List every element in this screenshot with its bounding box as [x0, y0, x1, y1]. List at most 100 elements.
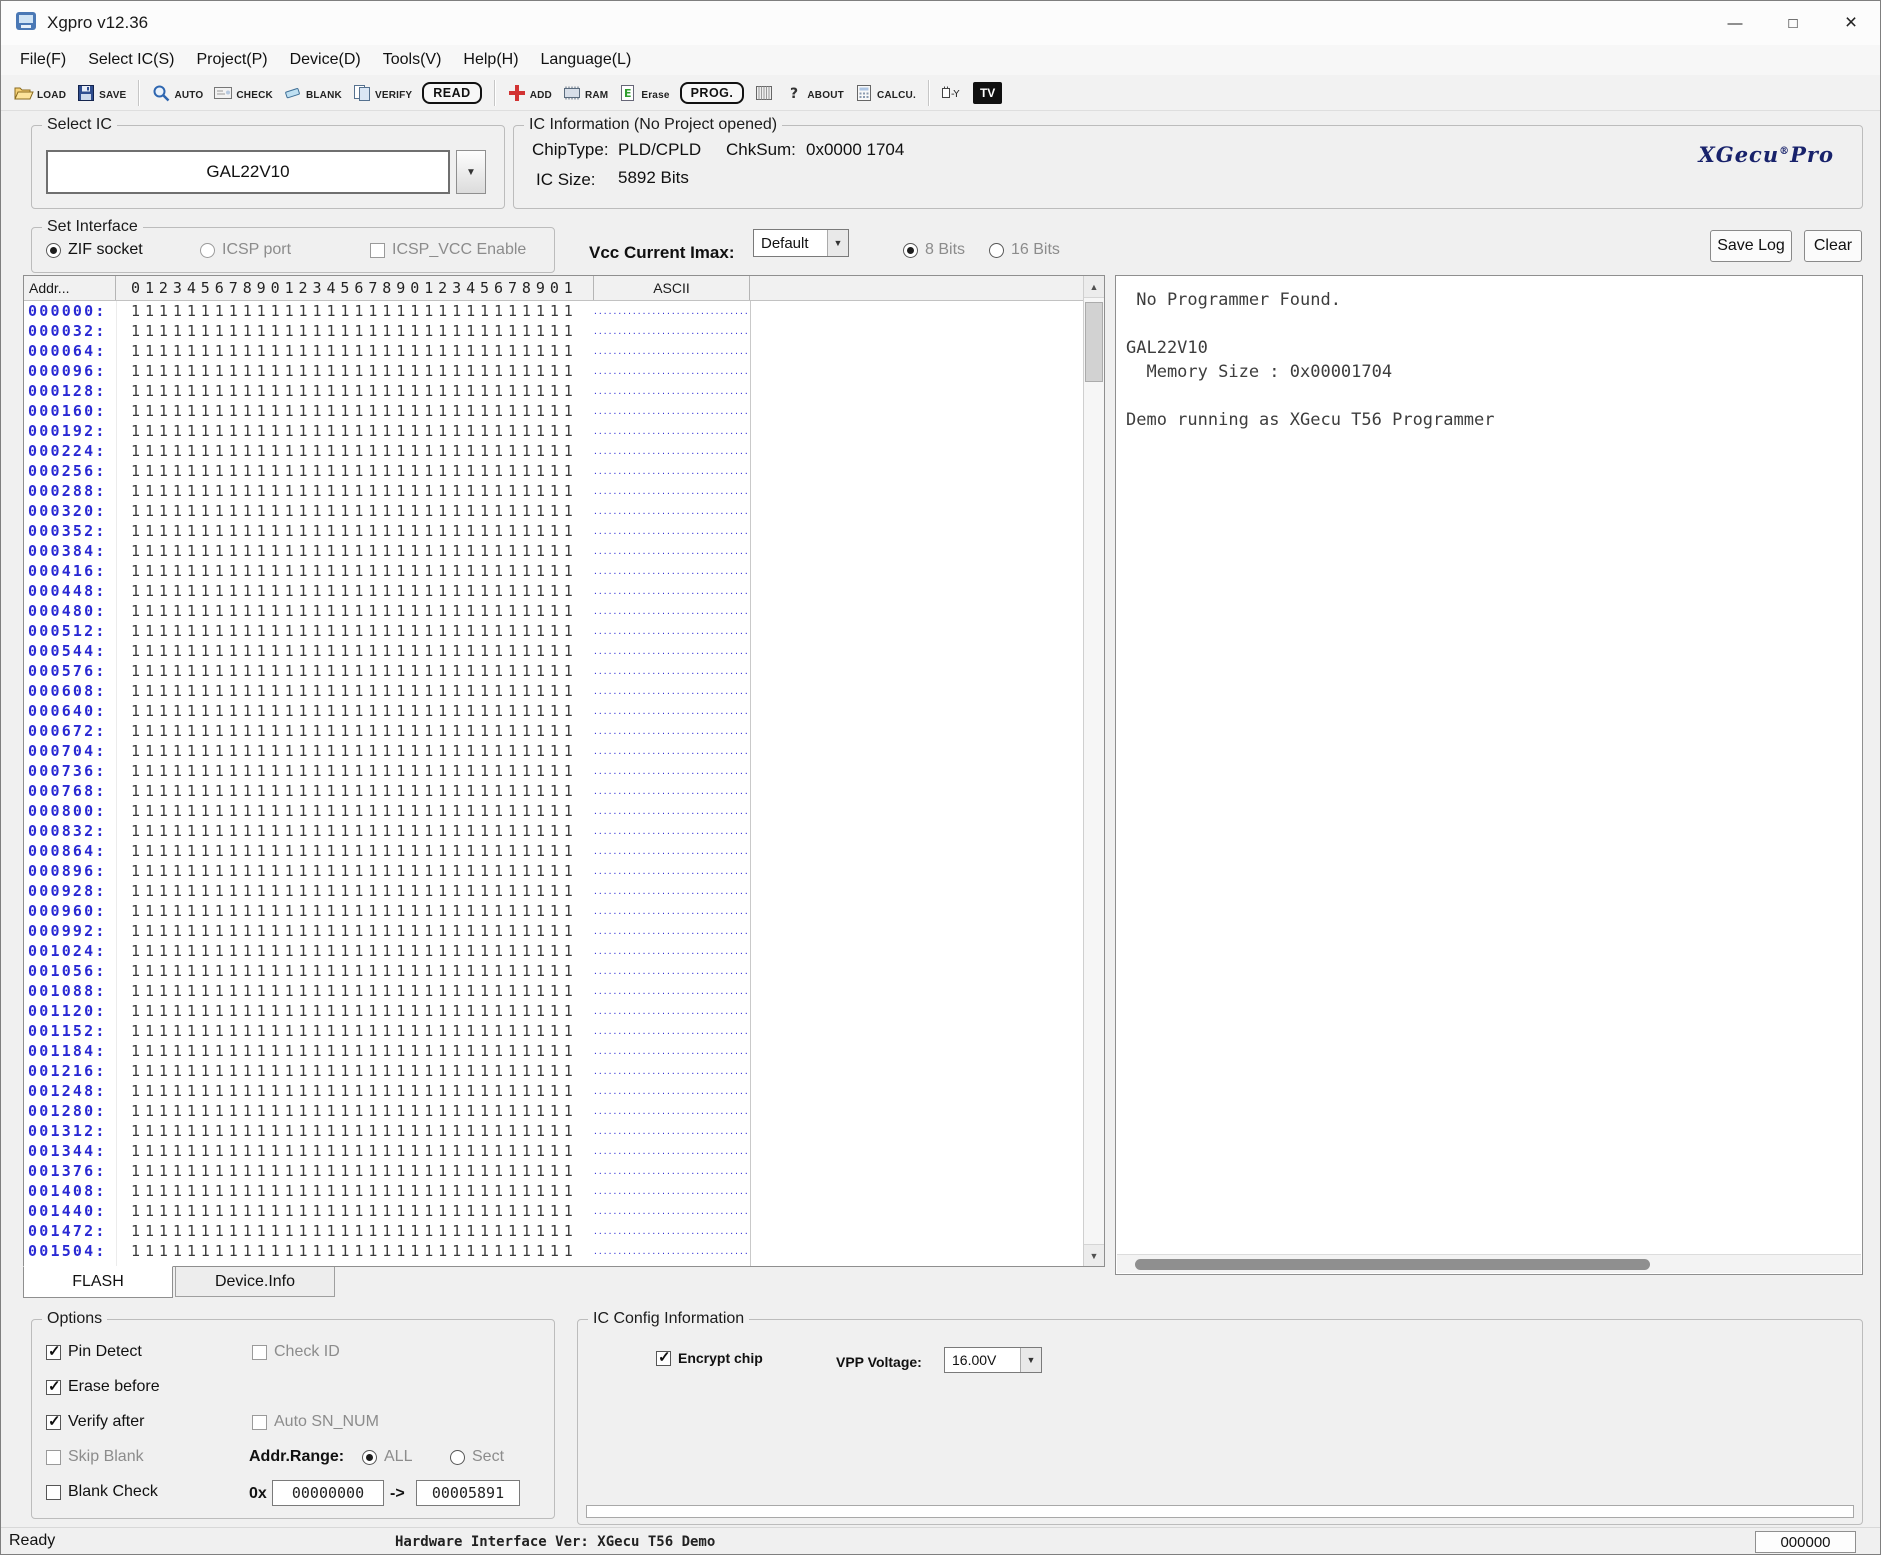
chevron-down-icon[interactable] — [827, 230, 848, 256]
hex-byte-cells[interactable]: 1 1 1 1 1 1 1 1 1 1 1 1 1 1 1 1 1 1 1 1 … — [116, 382, 581, 400]
hex-byte-cells[interactable]: 1 1 1 1 1 1 1 1 1 1 1 1 1 1 1 1 1 1 1 1 … — [116, 642, 581, 660]
hex-byte-cells[interactable]: 1 1 1 1 1 1 1 1 1 1 1 1 1 1 1 1 1 1 1 1 … — [116, 1222, 581, 1240]
scroll-down-icon[interactable] — [1084, 1244, 1104, 1266]
tab-device-info[interactable]: Device.Info — [175, 1267, 335, 1297]
tool-prog-button[interactable]: PROG. — [675, 80, 750, 106]
tool-ram-button[interactable]: RAM — [557, 81, 613, 105]
log-horizontal-scrollbar[interactable] — [1117, 1254, 1861, 1273]
hex-byte-cells[interactable]: 1 1 1 1 1 1 1 1 1 1 1 1 1 1 1 1 1 1 1 1 … — [116, 362, 581, 380]
hex-byte-cells[interactable]: 1 1 1 1 1 1 1 1 1 1 1 1 1 1 1 1 1 1 1 1 … — [116, 942, 581, 960]
tool-socket-button[interactable] — [749, 81, 779, 105]
tool-tv-button[interactable]: TV — [968, 80, 1007, 106]
hex-byte-cells[interactable]: 1 1 1 1 1 1 1 1 1 1 1 1 1 1 1 1 1 1 1 1 … — [116, 302, 581, 320]
minimize-button[interactable]: — — [1706, 1, 1764, 45]
scrollbar-thumb[interactable] — [1135, 1259, 1650, 1270]
hex-byte-cells[interactable]: 1 1 1 1 1 1 1 1 1 1 1 1 1 1 1 1 1 1 1 1 … — [116, 582, 581, 600]
tool-about-button[interactable]: ?ABOUT — [779, 81, 849, 105]
hex-byte-cells[interactable]: 1 1 1 1 1 1 1 1 1 1 1 1 1 1 1 1 1 1 1 1 … — [116, 982, 581, 1000]
hex-byte-cells[interactable]: 1 1 1 1 1 1 1 1 1 1 1 1 1 1 1 1 1 1 1 1 … — [116, 1042, 581, 1060]
hex-byte-cells[interactable]: 1 1 1 1 1 1 1 1 1 1 1 1 1 1 1 1 1 1 1 1 … — [116, 542, 581, 560]
hex-byte-cells[interactable]: 1 1 1 1 1 1 1 1 1 1 1 1 1 1 1 1 1 1 1 1 … — [116, 1182, 581, 1200]
hex-byte-cells[interactable]: 1 1 1 1 1 1 1 1 1 1 1 1 1 1 1 1 1 1 1 1 … — [116, 802, 581, 820]
vcc-imax-combo[interactable]: Default — [753, 229, 849, 257]
hex-byte-cells[interactable]: 1 1 1 1 1 1 1 1 1 1 1 1 1 1 1 1 1 1 1 1 … — [116, 342, 581, 360]
pin-detect-checkbox[interactable] — [46, 1345, 61, 1360]
hex-byte-cells[interactable]: 1 1 1 1 1 1 1 1 1 1 1 1 1 1 1 1 1 1 1 1 … — [116, 1102, 581, 1120]
hex-byte-cells[interactable]: 1 1 1 1 1 1 1 1 1 1 1 1 1 1 1 1 1 1 1 1 … — [116, 742, 581, 760]
hex-byte-cells[interactable]: 1 1 1 1 1 1 1 1 1 1 1 1 1 1 1 1 1 1 1 1 … — [116, 562, 581, 580]
menu-select-ic[interactable]: Select IC(S) — [77, 51, 185, 69]
save-log-button[interactable]: Save Log — [1710, 230, 1792, 262]
hex-byte-cells[interactable]: 1 1 1 1 1 1 1 1 1 1 1 1 1 1 1 1 1 1 1 1 … — [116, 402, 581, 420]
hex-byte-cells[interactable]: 1 1 1 1 1 1 1 1 1 1 1 1 1 1 1 1 1 1 1 1 … — [116, 1062, 581, 1080]
hex-byte-cells[interactable]: 1 1 1 1 1 1 1 1 1 1 1 1 1 1 1 1 1 1 1 1 … — [116, 1022, 581, 1040]
hex-byte-cells[interactable]: 1 1 1 1 1 1 1 1 1 1 1 1 1 1 1 1 1 1 1 1 … — [116, 1202, 581, 1220]
hex-byte-cells[interactable]: 1 1 1 1 1 1 1 1 1 1 1 1 1 1 1 1 1 1 1 1 … — [116, 422, 581, 440]
hex-byte-cells[interactable]: 1 1 1 1 1 1 1 1 1 1 1 1 1 1 1 1 1 1 1 1 … — [116, 522, 581, 540]
hex-byte-cells[interactable]: 1 1 1 1 1 1 1 1 1 1 1 1 1 1 1 1 1 1 1 1 … — [116, 1082, 581, 1100]
menu-file[interactable]: File(F) — [9, 51, 77, 69]
tool-add-button[interactable]: ADD — [502, 81, 557, 105]
hex-byte-cells[interactable]: 1 1 1 1 1 1 1 1 1 1 1 1 1 1 1 1 1 1 1 1 … — [116, 462, 581, 480]
hex-byte-cells[interactable]: 1 1 1 1 1 1 1 1 1 1 1 1 1 1 1 1 1 1 1 1 … — [116, 782, 581, 800]
hex-byte-cells[interactable]: 1 1 1 1 1 1 1 1 1 1 1 1 1 1 1 1 1 1 1 1 … — [116, 682, 581, 700]
hex-byte-cells[interactable]: 1 1 1 1 1 1 1 1 1 1 1 1 1 1 1 1 1 1 1 1 … — [116, 1162, 581, 1180]
hex-row: 000288:1 1 1 1 1 1 1 1 1 1 1 1 1 1 1 1 1… — [24, 481, 1083, 501]
tool-check-id-button[interactable]: CHECK — [208, 81, 278, 105]
clear-button[interactable]: Clear — [1804, 230, 1862, 262]
hex-byte-cells[interactable]: 1 1 1 1 1 1 1 1 1 1 1 1 1 1 1 1 1 1 1 1 … — [116, 442, 581, 460]
chip-select-combo[interactable]: GAL22V10 — [46, 150, 450, 194]
hex-byte-cells[interactable]: 1 1 1 1 1 1 1 1 1 1 1 1 1 1 1 1 1 1 1 1 … — [116, 1002, 581, 1020]
hex-byte-cells[interactable]: 1 1 1 1 1 1 1 1 1 1 1 1 1 1 1 1 1 1 1 1 … — [116, 702, 581, 720]
hex-byte-cells[interactable]: 1 1 1 1 1 1 1 1 1 1 1 1 1 1 1 1 1 1 1 1 … — [116, 1142, 581, 1160]
zif-socket-radio[interactable] — [46, 243, 61, 258]
menu-project[interactable]: Project(P) — [185, 51, 278, 69]
menu-help[interactable]: Help(H) — [452, 51, 529, 69]
range-end-input[interactable] — [416, 1480, 520, 1506]
menu-language[interactable]: Language(L) — [530, 51, 643, 69]
hex-byte-cells[interactable]: 1 1 1 1 1 1 1 1 1 1 1 1 1 1 1 1 1 1 1 1 … — [116, 762, 581, 780]
title-bar[interactable]: Xgpro v12.36 — □ × — [1, 1, 1880, 45]
menu-device[interactable]: Device(D) — [279, 51, 372, 69]
hex-byte-cells[interactable]: 1 1 1 1 1 1 1 1 1 1 1 1 1 1 1 1 1 1 1 1 … — [116, 622, 581, 640]
hex-byte-cells[interactable]: 1 1 1 1 1 1 1 1 1 1 1 1 1 1 1 1 1 1 1 1 … — [116, 902, 581, 920]
hex-byte-cells[interactable]: 1 1 1 1 1 1 1 1 1 1 1 1 1 1 1 1 1 1 1 1 … — [116, 502, 581, 520]
range-start-input[interactable] — [272, 1480, 384, 1506]
erase-before-checkbox[interactable] — [46, 1380, 61, 1395]
hex-byte-cells[interactable]: 1 1 1 1 1 1 1 1 1 1 1 1 1 1 1 1 1 1 1 1 … — [116, 602, 581, 620]
tool-verify-button[interactable]: VERIFY — [347, 81, 417, 105]
hex-byte-cells[interactable]: 1 1 1 1 1 1 1 1 1 1 1 1 1 1 1 1 1 1 1 1 … — [116, 862, 581, 880]
hex-byte-cells[interactable]: 1 1 1 1 1 1 1 1 1 1 1 1 1 1 1 1 1 1 1 1 … — [116, 322, 581, 340]
tool-pin-voltage-button[interactable]: -Y — [936, 81, 968, 105]
maximize-button[interactable]: □ — [1764, 1, 1822, 45]
hex-byte-cells[interactable]: 1 1 1 1 1 1 1 1 1 1 1 1 1 1 1 1 1 1 1 1 … — [116, 822, 581, 840]
scrollbar-thumb[interactable] — [1085, 302, 1103, 382]
hex-byte-cells[interactable]: 1 1 1 1 1 1 1 1 1 1 1 1 1 1 1 1 1 1 1 1 … — [116, 722, 581, 740]
tool-load-button[interactable]: LOAD — [9, 81, 71, 105]
vpp-voltage-combo[interactable]: 16.00V — [944, 1347, 1042, 1373]
encrypt-chip-checkbox[interactable] — [656, 1351, 671, 1366]
hex-byte-cells[interactable]: 1 1 1 1 1 1 1 1 1 1 1 1 1 1 1 1 1 1 1 1 … — [116, 962, 581, 980]
hex-byte-cells[interactable]: 1 1 1 1 1 1 1 1 1 1 1 1 1 1 1 1 1 1 1 1 … — [116, 482, 581, 500]
blank-check-checkbox[interactable] — [46, 1485, 61, 1500]
tool-read-button[interactable]: READ — [417, 80, 486, 106]
hex-byte-cells[interactable]: 1 1 1 1 1 1 1 1 1 1 1 1 1 1 1 1 1 1 1 1 … — [116, 882, 581, 900]
tab-flash[interactable]: FLASH — [23, 1266, 173, 1298]
tool-calc-button[interactable]: CALCU. — [849, 81, 921, 105]
hex-byte-cells[interactable]: 1 1 1 1 1 1 1 1 1 1 1 1 1 1 1 1 1 1 1 1 … — [116, 842, 581, 860]
hex-byte-cells[interactable]: 1 1 1 1 1 1 1 1 1 1 1 1 1 1 1 1 1 1 1 1 … — [116, 1122, 581, 1140]
tool-erase-button[interactable]: EErase — [613, 81, 674, 105]
hex-vertical-scrollbar[interactable] — [1083, 276, 1104, 1266]
menu-tools[interactable]: Tools(V) — [372, 51, 453, 69]
tool-save-button[interactable]: SAVE — [71, 81, 131, 105]
verify-after-checkbox[interactable] — [46, 1415, 61, 1430]
hex-byte-cells[interactable]: 1 1 1 1 1 1 1 1 1 1 1 1 1 1 1 1 1 1 1 1 … — [116, 922, 581, 940]
scroll-up-icon[interactable] — [1084, 276, 1104, 298]
chip-select-dropdown-button[interactable] — [456, 150, 486, 194]
chevron-down-icon[interactable] — [1020, 1348, 1041, 1372]
tool-auto-button[interactable]: AUTO — [146, 81, 208, 105]
tool-blank-button[interactable]: BLANK — [278, 81, 347, 105]
hex-byte-cells[interactable]: 1 1 1 1 1 1 1 1 1 1 1 1 1 1 1 1 1 1 1 1 … — [116, 1242, 581, 1260]
close-button[interactable]: × — [1822, 1, 1880, 45]
hex-byte-cells[interactable]: 1 1 1 1 1 1 1 1 1 1 1 1 1 1 1 1 1 1 1 1 … — [116, 662, 581, 680]
